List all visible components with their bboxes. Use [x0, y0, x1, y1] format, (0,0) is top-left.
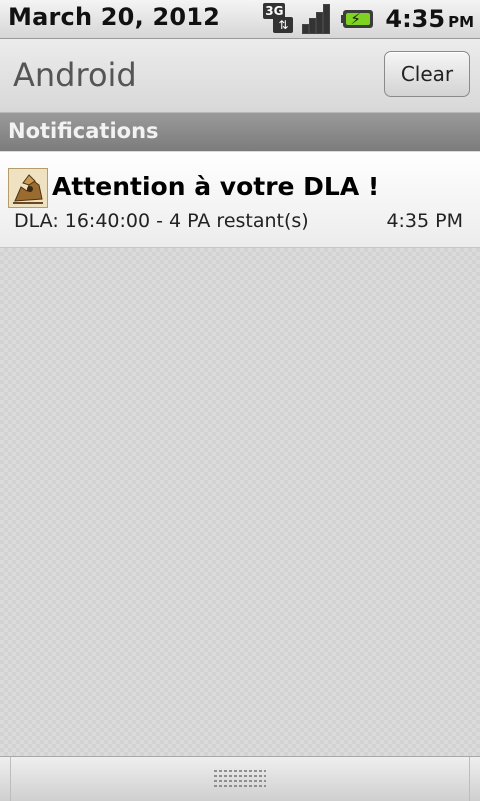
status-clock: 4:35 PM [385, 5, 474, 33]
status-bar: March 20, 2012 3G ⇅ ⚡ 4:35 PM [0, 0, 480, 39]
data-activity-arrows: ⇅ [273, 17, 294, 33]
notification-time: 4:35 PM [386, 210, 463, 232]
drag-handle-icon[interactable] [214, 767, 266, 791]
status-date: March 20, 2012 [8, 3, 221, 31]
notification-title: Attention à votre DLA ! [52, 172, 380, 201]
3g-data-icon: 3G ⇅ [263, 3, 295, 35]
clock-time: 4:35 [385, 5, 446, 33]
notification-item[interactable]: Attention à votre DLA ! DLA: 16:40:00 - … [0, 152, 480, 248]
carrier-title: Android [13, 56, 137, 94]
clear-button[interactable]: Clear [384, 51, 470, 97]
notification-text: DLA: 16:40:00 - 4 PA restant(s) [14, 210, 309, 232]
app-icon [8, 168, 48, 208]
notifications-section-header: Notifications [0, 113, 480, 151]
empty-notification-area [0, 248, 480, 756]
signal-strength-icon [301, 4, 333, 34]
section-title: Notifications [8, 119, 159, 143]
shade-handle-bar[interactable] [0, 756, 480, 801]
battery-charging-icon: ⚡ [341, 10, 375, 28]
status-icons: 3G ⇅ ⚡ 4:35 PM [263, 2, 474, 36]
notification-header: Android Clear [0, 39, 480, 113]
battery-bolt: ⚡ [350, 10, 361, 28]
clock-ampm: PM [448, 13, 474, 31]
